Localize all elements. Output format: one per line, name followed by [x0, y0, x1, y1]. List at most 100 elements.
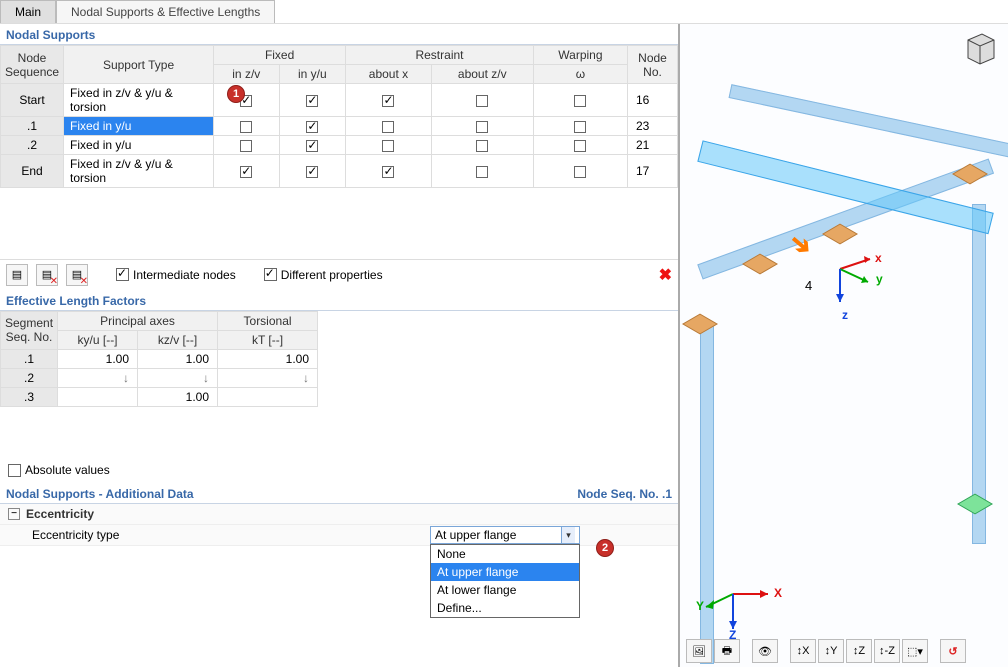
- cell-azv[interactable]: [431, 84, 533, 117]
- vp-btn-axis-neg-z[interactable]: ↕-Z: [874, 639, 900, 663]
- absolute-values-checkbox[interactable]: Absolute values: [0, 457, 678, 483]
- cell-zv[interactable]: [214, 84, 279, 117]
- cell-ax[interactable]: [346, 155, 432, 188]
- vp-btn-render[interactable]: 🖼: [686, 639, 712, 663]
- cell-node: 16: [628, 84, 678, 117]
- cell-kt[interactable]: 1.00: [218, 349, 318, 368]
- eccentricity-group[interactable]: − Eccentricity: [0, 504, 678, 525]
- tab-main[interactable]: Main: [0, 0, 56, 23]
- effective-length-table[interactable]: Segment Seq. No. Principal axes Torsiona…: [0, 311, 678, 407]
- axis-z-label: z: [842, 308, 848, 322]
- vp-btn-reset[interactable]: ↺: [940, 639, 966, 663]
- cell-w[interactable]: [533, 117, 627, 136]
- vp-btn-view[interactable]: 👁: [752, 639, 778, 663]
- toolbar-btn-2[interactable]: ▤✕: [36, 264, 58, 286]
- col-kt: kT [--]: [218, 330, 318, 349]
- vp-btn-axis-y[interactable]: ↕Y: [818, 639, 844, 663]
- col-node-seq: Node Sequence: [1, 46, 64, 84]
- nodal-supports-table[interactable]: Node Sequence Support Type Fixed Restrai…: [0, 45, 678, 188]
- cell-kzv[interactable]: 1.00: [138, 387, 218, 406]
- eccentricity-type-dropdown[interactable]: At upper flange ▾: [430, 526, 580, 544]
- col-group-warping: Warping: [533, 46, 627, 65]
- global-axis-y: Y: [696, 599, 704, 613]
- dropdown-option[interactable]: Define...: [431, 599, 579, 617]
- table-row[interactable]: .3 1.00: [1, 387, 679, 406]
- global-axis-x: X: [774, 586, 782, 600]
- toolbar-btn-3[interactable]: ▤✕: [66, 264, 88, 286]
- cell-yu[interactable]: [279, 117, 346, 136]
- cell-type[interactable]: Fixed in y/u: [64, 136, 214, 155]
- cell-zv[interactable]: [214, 136, 279, 155]
- cell-kt[interactable]: [218, 387, 318, 406]
- eccentricity-type-label: Eccentricity type: [8, 528, 119, 542]
- cell-yu[interactable]: [279, 155, 346, 188]
- callout-1: 1: [227, 85, 245, 103]
- col-in-zv: in z/v: [214, 65, 279, 84]
- cell-type[interactable]: Fixed in z/v & y/u & torsion: [64, 155, 214, 188]
- cell-seq: End: [1, 155, 64, 188]
- vp-btn-print[interactable]: 🖶: [714, 639, 740, 663]
- cell-seq: Start: [1, 84, 64, 117]
- cell-yu[interactable]: [279, 136, 346, 155]
- cell-w[interactable]: [533, 84, 627, 117]
- cell-ax[interactable]: [346, 117, 432, 136]
- cell-seq: .3: [1, 387, 58, 406]
- table-row[interactable]: .2 Fixed in y/u 21: [1, 136, 678, 155]
- callout-2: 2: [596, 539, 614, 557]
- cell-w[interactable]: [533, 136, 627, 155]
- nav-cube[interactable]: [960, 28, 1000, 68]
- cell-kyu[interactable]: 1.00: [58, 349, 138, 368]
- cell-kzv[interactable]: 1.00: [138, 349, 218, 368]
- table-row[interactable]: .1 Fixed in y/u 23: [1, 117, 678, 136]
- table-row[interactable]: .1 1.00 1.00 1.00: [1, 349, 679, 368]
- cell-kyu[interactable]: ↓: [58, 368, 138, 387]
- table-row[interactable]: Start Fixed in z/v & y/u & torsion 16: [1, 84, 678, 117]
- remove-button[interactable]: ✖: [659, 265, 672, 285]
- toolbar-btn-1[interactable]: ▤: [6, 264, 28, 286]
- cell-kyu[interactable]: [58, 387, 138, 406]
- vp-btn-axis-x[interactable]: ↕X: [790, 639, 816, 663]
- tab-nodal-supports[interactable]: Nodal Supports & Effective Lengths: [56, 0, 275, 23]
- col-about-x: about x: [346, 65, 432, 84]
- col-about-zv: about z/v: [431, 65, 533, 84]
- table-row[interactable]: End Fixed in z/v & y/u & torsion 17: [1, 155, 678, 188]
- col-in-yu: in y/u: [279, 65, 346, 84]
- cell-ax[interactable]: [346, 136, 432, 155]
- cell-seq: .2: [1, 136, 64, 155]
- cell-type[interactable]: Fixed in y/u: [64, 117, 214, 136]
- vp-node-label-4: 4: [805, 278, 812, 293]
- cell-ax[interactable]: [346, 84, 432, 117]
- cell-zv[interactable]: [214, 155, 279, 188]
- col-node-no: Node No.: [628, 46, 678, 84]
- additional-data-subtitle: Node Seq. No. .1: [577, 487, 672, 501]
- different-properties-checkbox[interactable]: Different properties: [264, 268, 383, 282]
- global-axes: [698, 559, 778, 639]
- cell-zv[interactable]: [214, 117, 279, 136]
- cell-seq: .1: [1, 349, 58, 368]
- dropdown-option[interactable]: At upper flange: [431, 563, 579, 581]
- dropdown-option[interactable]: None: [431, 545, 579, 563]
- chevron-down-icon[interactable]: ▾: [561, 527, 575, 543]
- cell-kzv[interactable]: ↓: [138, 368, 218, 387]
- vp-btn-axis-z[interactable]: ↕Z: [846, 639, 872, 663]
- dropdown-list[interactable]: NoneAt upper flangeAt lower flangeDefine…: [430, 544, 580, 618]
- col-kzv: kz/v [--]: [138, 330, 218, 349]
- collapse-icon[interactable]: −: [8, 508, 20, 520]
- effective-length-title: Effective Length Factors: [0, 290, 678, 311]
- col-omega: ω: [533, 65, 627, 84]
- cell-kt[interactable]: ↓: [218, 368, 318, 387]
- axis-x-label: x: [875, 251, 882, 265]
- cell-yu[interactable]: [279, 84, 346, 117]
- cell-node: 17: [628, 155, 678, 188]
- cell-w[interactable]: [533, 155, 627, 188]
- table-row[interactable]: .2 ↓ ↓ ↓: [1, 368, 679, 387]
- vp-btn-iso[interactable]: ⬚▾: [902, 639, 928, 663]
- cell-azv[interactable]: [431, 136, 533, 155]
- dropdown-option[interactable]: At lower flange: [431, 581, 579, 599]
- cell-type[interactable]: Fixed in z/v & y/u & torsion: [64, 84, 214, 117]
- cell-azv[interactable]: [431, 117, 533, 136]
- intermediate-nodes-checkbox[interactable]: Intermediate nodes: [116, 268, 236, 282]
- col-group-torsional: Torsional: [218, 311, 318, 330]
- 3d-viewport[interactable]: ➔ x y z 4 X Y Z: [680, 24, 1008, 667]
- cell-azv[interactable]: [431, 155, 533, 188]
